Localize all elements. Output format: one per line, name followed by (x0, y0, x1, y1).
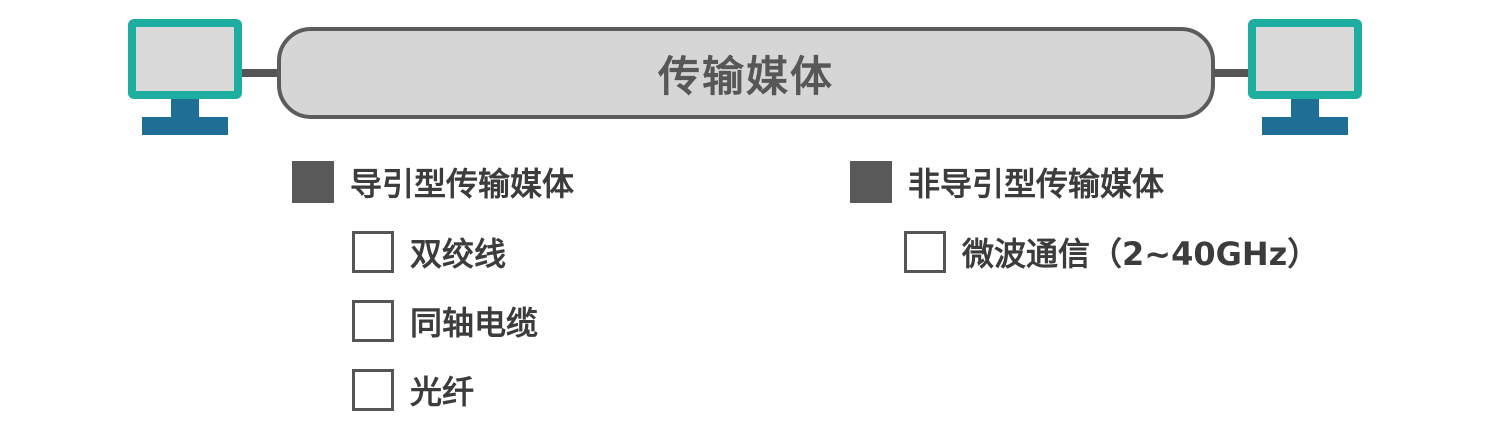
connector-left (242, 69, 282, 77)
square-bullet-icon (352, 300, 394, 342)
square-bullet-icon (352, 369, 394, 411)
monitor-base (142, 117, 228, 135)
square-bullet-icon (352, 231, 394, 273)
unguided-media-label: 非导引型传输媒体 (908, 165, 1165, 203)
item-label: 同轴电缆 (410, 304, 539, 342)
computer-left-icon (128, 19, 242, 135)
item-label: 光纤 (410, 373, 475, 411)
computer-right-icon (1248, 19, 1362, 135)
monitor-base (1262, 117, 1348, 135)
unguided-media-category: 非导引型传输媒体 (850, 159, 1164, 205)
item-label: 微波通信（2~40GHz） (962, 235, 1320, 273)
square-bullet-icon (904, 231, 946, 273)
transmission-media-bar: 传输媒体 (277, 27, 1215, 119)
list-item-twisted-pair: 双绞线 (352, 229, 506, 275)
diagram-title: 传输媒体 (657, 51, 834, 101)
item-label: 双绞线 (410, 235, 507, 273)
monitor-neck (1291, 99, 1319, 117)
guided-media-label: 导引型传输媒体 (350, 165, 575, 203)
monitor-screen (1256, 27, 1354, 91)
guided-media-category: 导引型传输媒体 (292, 159, 574, 205)
list-item-optical-fiber: 光纤 (352, 367, 474, 413)
filled-square-bullet-icon (850, 161, 892, 203)
monitor-neck (171, 99, 199, 117)
filled-square-bullet-icon (292, 161, 334, 203)
connector-right (1214, 69, 1248, 77)
list-item-microwave: 微波通信（2~40GHz） (904, 229, 1319, 275)
list-item-coaxial-cable: 同轴电缆 (352, 298, 538, 344)
monitor-screen (136, 27, 234, 91)
